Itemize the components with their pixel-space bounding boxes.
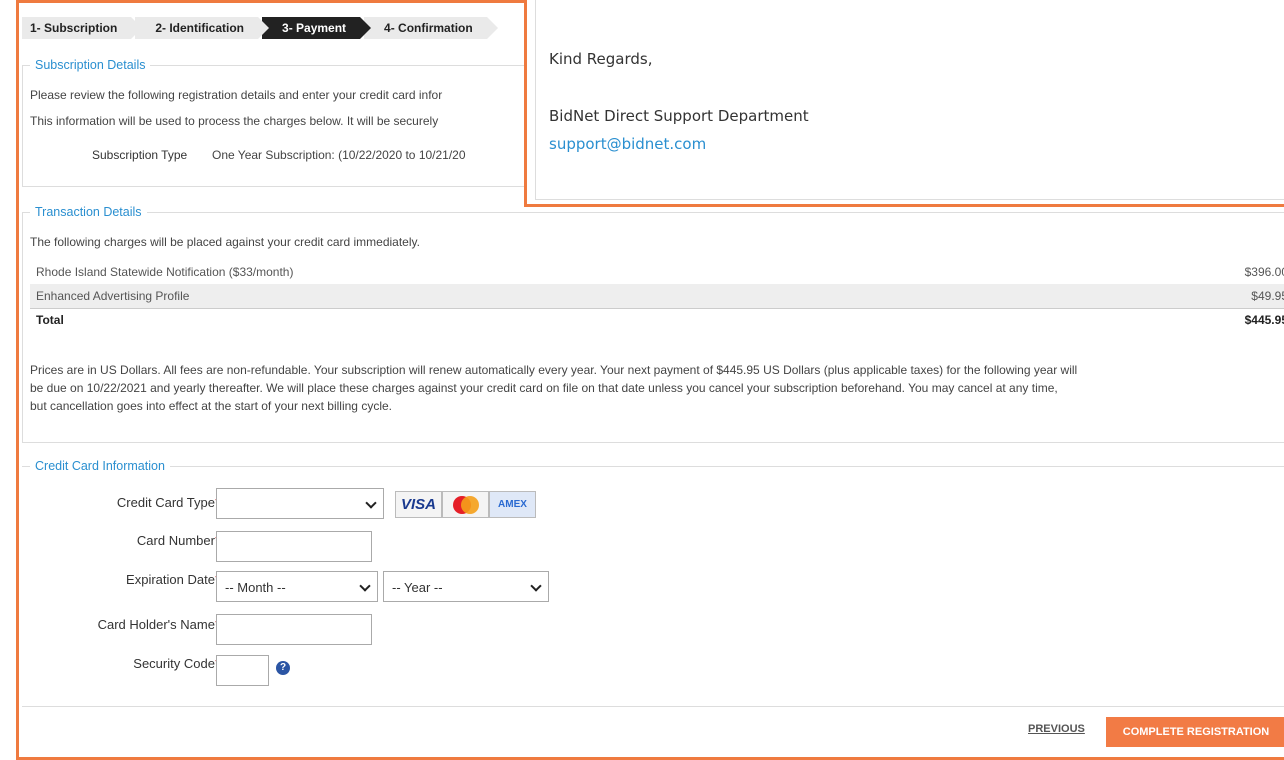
card-number-input[interactable]: [216, 531, 372, 562]
footer-divider: [22, 706, 1284, 707]
card-holder-name-label: Card Holder's Name*: [97, 617, 220, 632]
mastercard-icon: [442, 491, 489, 518]
support-message-popup: Kind Regards, BidNet Direct Support Depa…: [524, 0, 1284, 207]
total-label: Total: [30, 307, 1021, 332]
previous-button[interactable]: PREVIOUS: [1028, 723, 1085, 735]
transaction-note-line2: be due on 10/22/2021 and yearly thereaft…: [30, 381, 1058, 395]
expiration-month-select[interactable]: -- Month --: [216, 571, 378, 602]
subscription-line1: Please review the following registration…: [30, 88, 443, 102]
charges-table: Rhode Island Statewide Notification ($33…: [30, 260, 1284, 332]
support-email-link[interactable]: support@bidnet.com: [549, 135, 706, 153]
total-row: Total $445.95: [30, 307, 1284, 332]
transaction-details-section: Transaction Details The following charge…: [22, 205, 1284, 445]
charge-amount: $49.95: [1020, 284, 1284, 308]
credit-card-legend: Credit Card Information: [22, 459, 1284, 473]
transaction-legend: Transaction Details: [22, 205, 1284, 219]
popup-regards: Kind Regards,: [549, 50, 653, 68]
step-payment: 3- Payment: [262, 17, 372, 39]
popup-inner: [535, 0, 1284, 200]
transaction-intro: The following charges will be placed aga…: [30, 235, 420, 249]
security-code-label: Security Code*: [133, 656, 220, 671]
chevron-down-icon: [365, 497, 377, 509]
security-code-input[interactable]: [216, 655, 269, 686]
total-amount: $445.95: [1020, 307, 1284, 332]
subscription-type-value: One Year Subscription: (10/22/2020 to 10…: [212, 148, 466, 162]
subscription-legend-text: Subscription Details: [30, 58, 151, 72]
charge-amount: $396.00: [1244, 265, 1284, 279]
popup-department: BidNet Direct Support Department: [549, 107, 809, 125]
subscription-type-label: Subscription Type: [92, 148, 188, 162]
visa-card-icon: VISA: [395, 491, 442, 518]
charge-item: Enhanced Advertising Profile: [30, 284, 1021, 308]
credit-card-legend-text: Credit Card Information: [30, 459, 170, 473]
accepted-cards: VISA AMEX: [395, 491, 536, 518]
step-identification: 2- Identification: [135, 17, 269, 39]
expiration-year-select[interactable]: -- Year --: [383, 571, 549, 602]
expiration-date-label: Expiration Date*: [126, 572, 220, 587]
amex-card-icon: AMEX: [489, 491, 536, 518]
card-type-select[interactable]: [216, 488, 384, 519]
chevron-down-icon: [530, 580, 542, 592]
card-holder-name-input[interactable]: [216, 614, 372, 645]
step-subscription: 1- Subscription: [22, 17, 143, 39]
subscription-line2: This information will be used to process…: [30, 114, 439, 128]
card-number-label: Card Number*: [136, 533, 220, 548]
chevron-down-icon: [359, 580, 371, 592]
form-frame-top: [16, 0, 536, 3]
complete-registration-button[interactable]: COMPLETE REGISTRATION: [1106, 717, 1284, 747]
progress-steps: 1- Subscription 2- Identification 3- Pay…: [22, 17, 498, 39]
table-row: Enhanced Advertising Profile $49.95: [30, 284, 1284, 308]
transaction-legend-text: Transaction Details: [30, 205, 147, 219]
transaction-note-line1: Prices are in US Dollars. All fees are n…: [30, 363, 1078, 377]
step-confirmation: 4- Confirmation: [364, 17, 498, 39]
card-type-label: Credit Card Type*: [116, 495, 220, 510]
table-row: Rhode Island Statewide Notification ($33…: [30, 260, 1284, 284]
help-icon[interactable]: ?: [276, 661, 290, 675]
charge-item: Rhode Island Statewide Notification ($33…: [36, 265, 294, 279]
transaction-note-line3: but cancellation goes into effect at the…: [30, 399, 392, 413]
